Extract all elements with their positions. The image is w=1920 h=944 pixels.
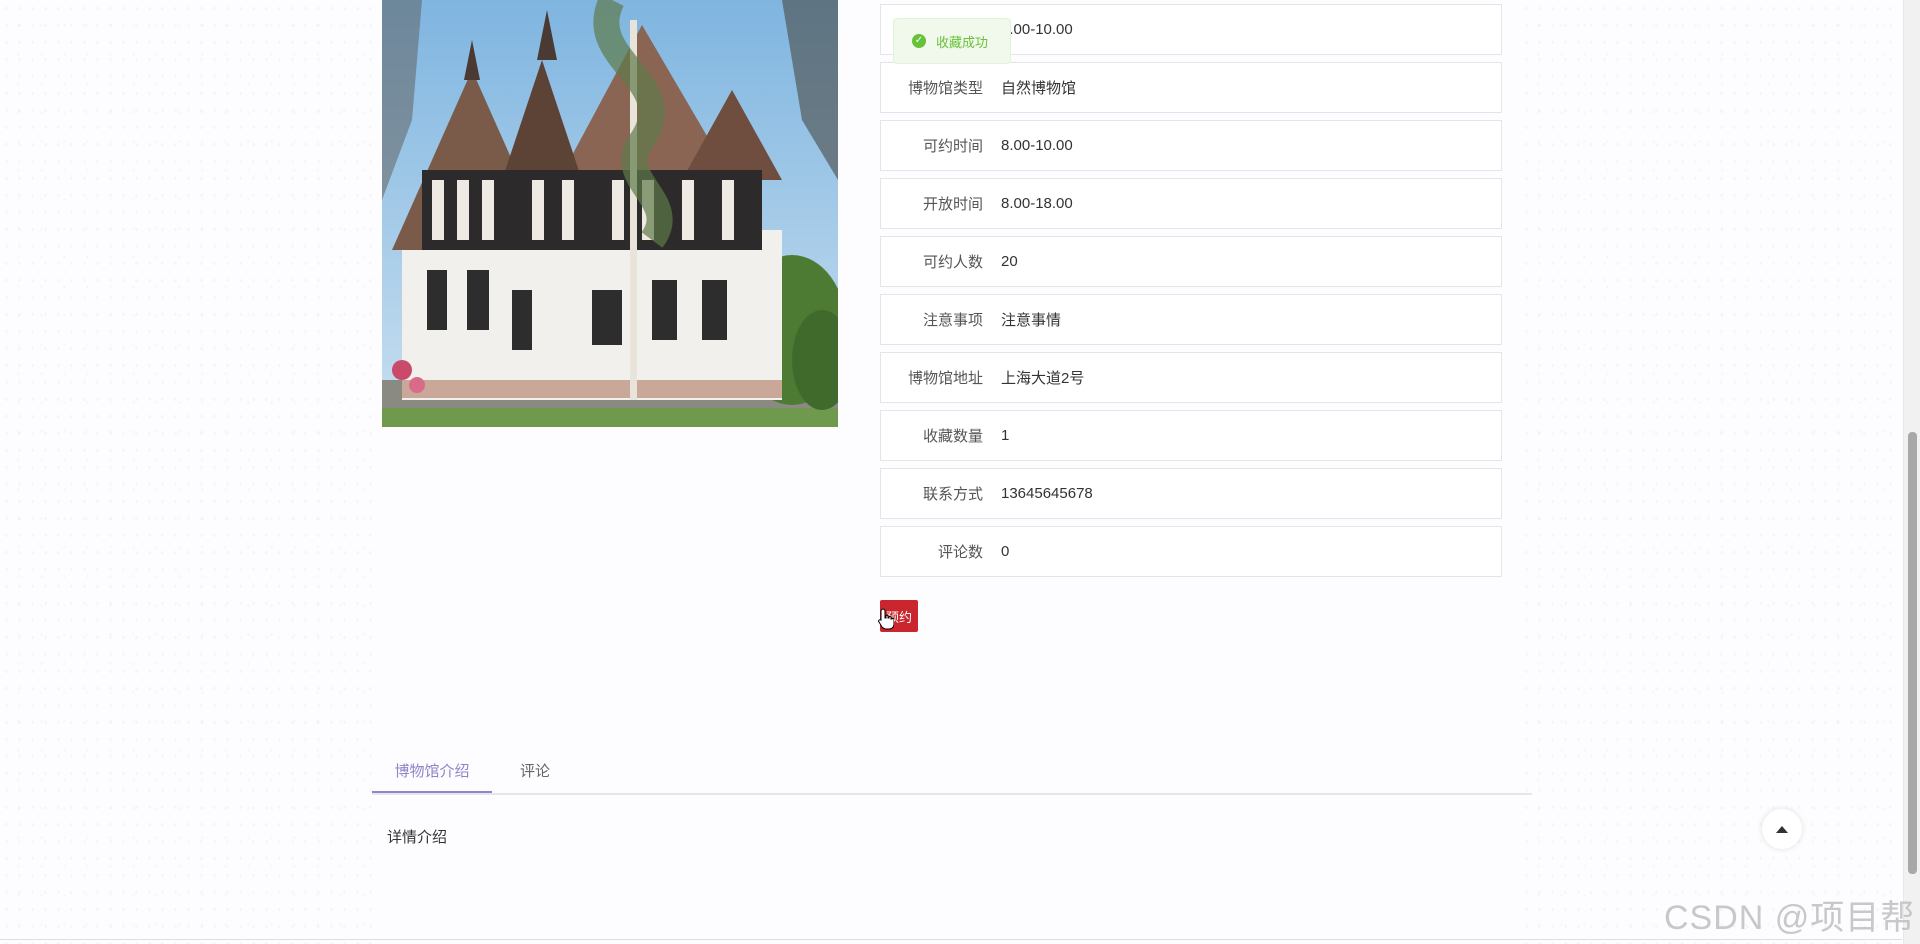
triangle-up-icon [1776, 825, 1788, 833]
info-label: 收藏数量 [922, 428, 983, 445]
info-row-opening-hours: 开放时间 8.00-18.00 [880, 178, 1502, 229]
tab-comments[interactable]: 评论 [510, 752, 560, 793]
info-value: 8.00-10.00 [1001, 137, 1073, 154]
divider [0, 939, 1902, 940]
info-label: 博物馆地址 [907, 370, 983, 387]
info-row-bookable-time: 可约时间 8.00-10.00 [880, 120, 1502, 171]
info-row-address: 博物馆地址 上海大道2号 [880, 352, 1502, 403]
info-value: 20 [1001, 253, 1018, 270]
info-value: 13645645678 [1001, 485, 1093, 502]
info-row-comment-count: 评论数 0 [880, 526, 1502, 577]
toast-text: 收藏成功 [936, 34, 989, 50]
scrollbar-thumb[interactable] [1908, 432, 1917, 874]
info-row-contact: 联系方式 13645645678 [880, 468, 1502, 519]
info-value: 1 [1001, 427, 1010, 444]
detail-tabs: 博物馆介绍 评论 [372, 752, 1532, 795]
info-label: 评论数 [937, 544, 983, 561]
info-value: 注意事情 [1001, 312, 1062, 329]
info-row-notes: 注意事项 注意事情 [880, 294, 1502, 345]
info-value: 上海大道2号 [1001, 370, 1085, 387]
info-row-museum-type: 博物馆类型 自然博物馆 [880, 62, 1502, 113]
info-label: 博物馆类型 [907, 80, 983, 97]
background-texture-right [1520, 0, 1900, 944]
museum-info-table: 8.00-10.00 博物馆类型 自然博物馆 可约时间 8.00-10.00 开… [880, 4, 1502, 584]
check-circle-icon: ✓ [912, 34, 926, 48]
info-label: 开放时间 [922, 196, 983, 213]
hand-cursor-icon [878, 608, 894, 630]
info-value: 自然博物馆 [1001, 80, 1077, 97]
info-row-capacity: 可约人数 20 [880, 236, 1502, 287]
watermark: CSDN @项目帮 [1664, 899, 1916, 937]
success-toast: ✓ 收藏成功 [893, 18, 1011, 64]
info-label: 可约时间 [922, 138, 983, 155]
info-label: 可约人数 [922, 254, 983, 271]
tab-content-text: 详情介绍 [387, 829, 448, 846]
page: ✓ 收藏成功 8.00-10.00 博物馆类型 自然博物馆 可约时间 8.00-… [0, 0, 1920, 944]
info-label: 联系方式 [922, 486, 983, 503]
back-to-top-button[interactable] [1762, 809, 1802, 849]
background-texture-left [0, 0, 380, 944]
info-value: 0 [1001, 543, 1010, 560]
info-row-favorites-count: 收藏数量 1 [880, 410, 1502, 461]
page-scrollbar[interactable] [1903, 0, 1920, 944]
tab-museum-intro[interactable]: 博物馆介绍 [372, 752, 492, 793]
museum-photo [382, 0, 838, 427]
info-label: 注意事项 [922, 312, 983, 329]
info-value: 8.00-18.00 [1001, 195, 1073, 212]
